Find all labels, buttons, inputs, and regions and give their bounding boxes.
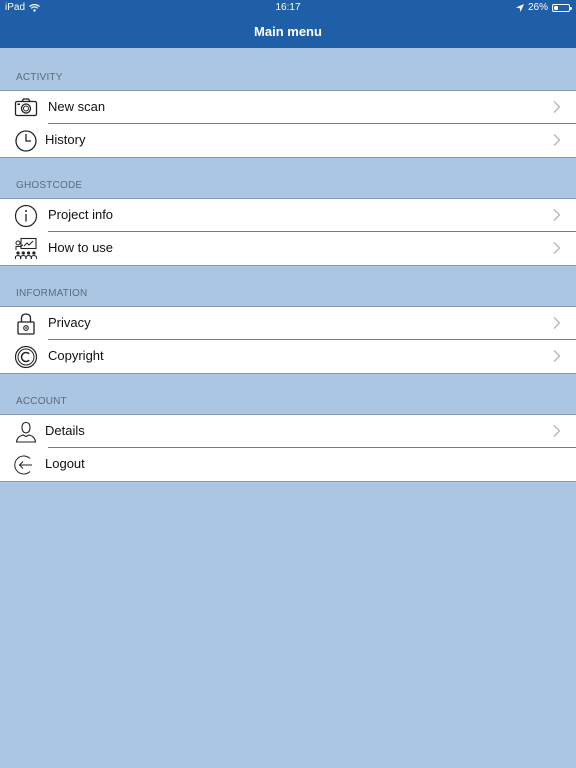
menu-item-how-to-use[interactable]: How to use [0, 232, 576, 265]
section-header-activity: ACTIVITY [16, 72, 63, 83]
menu-item-label: How to use [48, 240, 114, 255]
menu-item-label: History [45, 132, 86, 147]
menu-item-label: Logout [45, 456, 85, 471]
battery-level [554, 5, 558, 10]
menu-item-logout[interactable]: Logout [0, 448, 576, 481]
user-icon [14, 420, 38, 444]
section-header-ghostcode: GHOSTCODE [16, 180, 83, 191]
menu-item-copyright[interactable]: Copyright [0, 340, 576, 373]
chevron-right-icon [552, 349, 562, 363]
chevron-right-icon [552, 208, 562, 222]
menu-item-details[interactable]: Details [0, 415, 576, 448]
menu-item-label: New scan [48, 99, 106, 114]
info-icon [14, 204, 38, 228]
battery-icon [552, 3, 572, 12]
clock-icon [14, 129, 38, 153]
chevron-right-icon [552, 100, 562, 114]
menu-item-new-scan[interactable]: New scan [0, 91, 576, 124]
menu-item-privacy[interactable]: Privacy [0, 307, 576, 340]
chevron-right-icon [552, 316, 562, 330]
copyright-icon [14, 345, 38, 369]
menu-group-ghostcode: Project info How to use [0, 198, 576, 266]
menu-group-activity: New scan History [0, 90, 576, 158]
navigation-bar: iPad 16:17 26% Main menu [0, 0, 576, 48]
status-bar: iPad 16:17 26% [0, 0, 576, 16]
battery-percentage: 26% [527, 2, 548, 13]
location-arrow-icon [515, 3, 524, 12]
menu-group-account: Details Logout [0, 414, 576, 482]
camera-icon [14, 96, 38, 120]
page-title: Main menu [254, 24, 322, 39]
menu-item-project-info[interactable]: Project info [0, 199, 576, 232]
menu-item-label: Project info [48, 207, 114, 222]
section-header-information: INFORMATION [16, 288, 88, 299]
menu-item-label: Details [45, 423, 85, 438]
status-time: 16:17 [275, 2, 301, 13]
chevron-right-icon [552, 424, 562, 438]
menu-item-label: Copyright [48, 348, 104, 363]
menu-group-information: Privacy Copyright [0, 306, 576, 374]
logout-icon [14, 453, 38, 477]
lock-icon [14, 312, 38, 336]
section-header-account: ACCOUNT [16, 396, 67, 407]
presentation-icon [14, 237, 38, 261]
menu-item-history[interactable]: History [0, 124, 576, 157]
chevron-right-icon [552, 133, 562, 147]
menu-item-label: Privacy [48, 315, 91, 330]
chevron-right-icon [552, 241, 562, 255]
